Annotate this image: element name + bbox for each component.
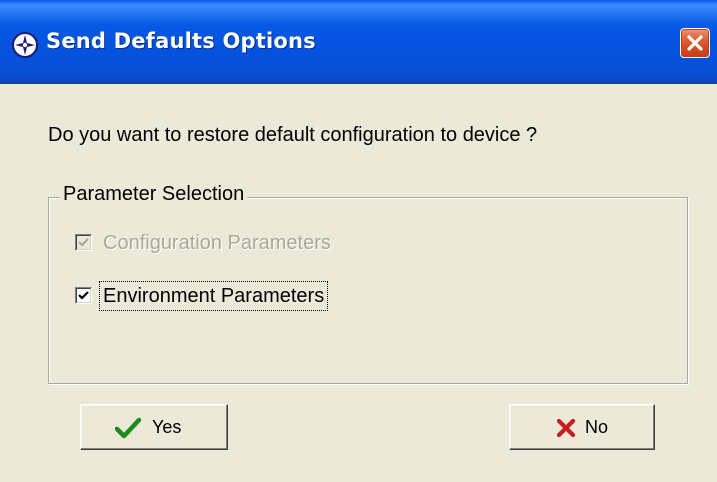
- close-button[interactable]: [680, 28, 710, 58]
- environment-parameters-checkbox[interactable]: [75, 287, 92, 304]
- window-title: Send Defaults Options: [46, 29, 316, 53]
- checkmark-icon: [115, 417, 141, 439]
- checkmark-icon: [78, 238, 89, 247]
- yes-button-label: Yes: [152, 417, 182, 437]
- configuration-parameters-label: Configuration Parameters: [103, 232, 331, 254]
- x-mark-icon: [556, 418, 576, 438]
- environment-parameters-label[interactable]: Environment Parameters: [98, 281, 329, 311]
- yes-button[interactable]: Yes: [80, 404, 228, 450]
- close-icon: [687, 35, 703, 51]
- no-button[interactable]: No: [509, 404, 655, 450]
- prompt-text: Do you want to restore default configura…: [48, 124, 538, 146]
- checkmark-icon: [78, 291, 89, 300]
- compass-app-icon[interactable]: [12, 32, 38, 58]
- configuration-parameters-checkbox: [75, 234, 92, 251]
- group-legend: Parameter Selection: [60, 183, 248, 206]
- title-bar[interactable]: Send Defaults Options: [0, 0, 717, 84]
- dialog-window: Send Defaults Options Do you want to res…: [0, 0, 717, 482]
- no-button-label: No: [585, 417, 609, 437]
